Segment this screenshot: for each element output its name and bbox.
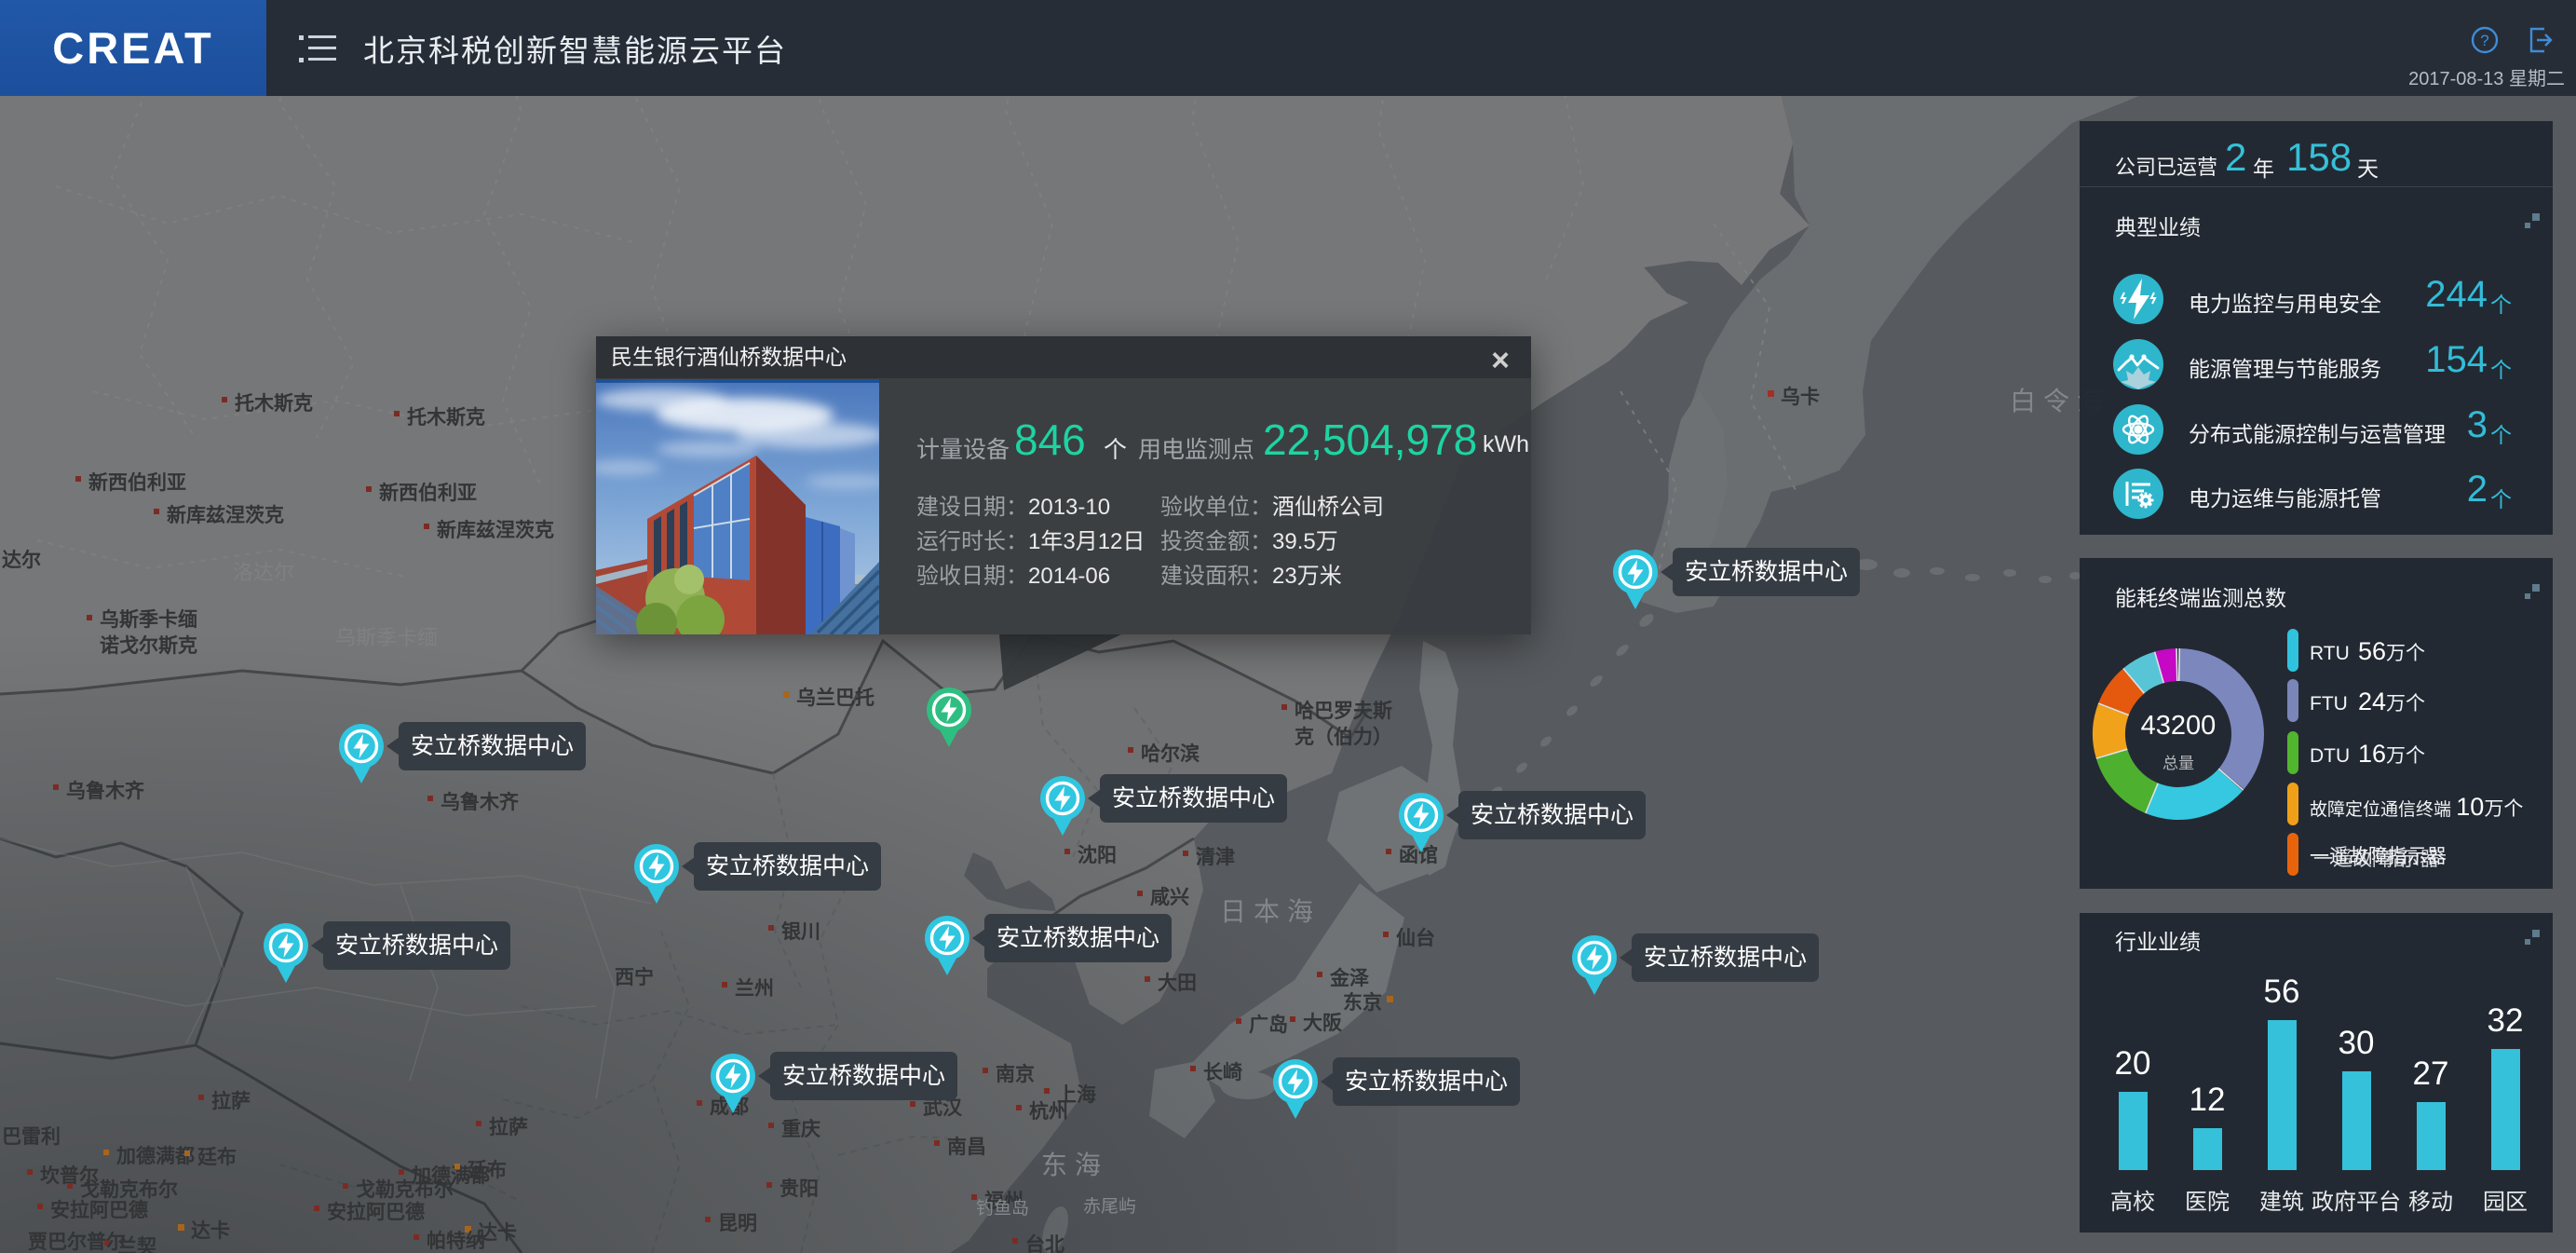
svg-text:长崎: 长崎	[1203, 1062, 1242, 1083]
svg-text:东京: 东京	[1343, 991, 1382, 1014]
svg-text:清津: 清津	[1196, 846, 1235, 868]
svg-text:乌鲁木齐: 乌鲁木齐	[441, 791, 520, 813]
svg-text:巴雷利: 巴雷利	[2, 1126, 61, 1148]
svg-text:乌斯季卡缅: 乌斯季卡缅	[335, 626, 438, 649]
svg-text:新库兹涅茨克: 新库兹涅茨克	[167, 504, 284, 526]
svg-text:重庆: 重庆	[781, 1118, 820, 1140]
svg-text:贾巴尔普尔: 贾巴尔普尔	[28, 1231, 126, 1253]
svg-text:咸兴: 咸兴	[1150, 887, 1189, 908]
svg-text:东海: 东海	[1041, 1151, 1108, 1179]
svg-text:达卡: 达卡	[191, 1220, 230, 1242]
svg-text:诺戈尔斯克: 诺戈尔斯克	[100, 634, 197, 657]
svg-text:南昌: 南昌	[947, 1136, 986, 1158]
svg-text:廷布: 廷布	[197, 1146, 237, 1168]
svg-text:乌斯季卡缅: 乌斯季卡缅	[100, 608, 197, 631]
svg-text:拉萨: 拉萨	[489, 1116, 528, 1138]
svg-text:安拉阿巴德: 安拉阿巴德	[327, 1201, 425, 1223]
svg-text:帕特纳: 帕特纳	[427, 1230, 485, 1252]
svg-text:台北: 台北	[1025, 1233, 1064, 1253]
svg-text:克（伯力）: 克（伯力）	[1295, 726, 1392, 748]
svg-text:贵阳: 贵阳	[780, 1178, 819, 1200]
svg-text:武汉: 武汉	[923, 1097, 963, 1119]
svg-text:金泽: 金泽	[1329, 967, 1369, 989]
svg-text:新库兹涅茨克: 新库兹涅茨克	[437, 519, 554, 541]
svg-text:西宁: 西宁	[615, 966, 654, 988]
svg-text:戈勒克布尔: 戈勒克布尔	[80, 1178, 178, 1201]
svg-text:拉萨: 拉萨	[211, 1090, 251, 1112]
svg-text:托木斯克: 托木斯克	[407, 406, 485, 429]
svg-text:哈尔滨: 哈尔滨	[1141, 742, 1200, 765]
svg-text:乌兰巴托: 乌兰巴托	[796, 687, 874, 709]
svg-text:加德满都: 加德满都	[115, 1145, 195, 1167]
svg-text:大阪: 大阪	[1303, 1013, 1343, 1034]
svg-text:仙台: 仙台	[1396, 927, 1435, 949]
svg-text:乌鲁木齐: 乌鲁木齐	[66, 780, 145, 802]
svg-text:赤尾屿: 赤尾屿	[1083, 1196, 1136, 1217]
svg-text:银川: 银川	[781, 921, 820, 943]
svg-text:昆明: 昆明	[718, 1213, 757, 1234]
svg-text:兰州: 兰州	[735, 977, 774, 1000]
svg-text:安拉阿巴德: 安拉阿巴德	[50, 1199, 148, 1221]
svg-text:新西伯利亚: 新西伯利亚	[379, 482, 477, 504]
svg-text:南京: 南京	[996, 1063, 1035, 1085]
svg-text:哈巴罗夫斯: 哈巴罗夫斯	[1295, 700, 1392, 722]
svg-text:?: ?	[2480, 32, 2488, 49]
svg-text:广岛: 广岛	[1249, 1014, 1288, 1036]
svg-text:沈阳: 沈阳	[1078, 844, 1117, 866]
svg-text:日本海: 日本海	[1220, 897, 1321, 926]
svg-text:达尔: 达尔	[2, 549, 41, 571]
svg-text:洛达尔: 洛达尔	[233, 561, 294, 584]
svg-text:新西伯利亚: 新西伯利亚	[88, 471, 186, 494]
svg-text:廷布: 廷布	[467, 1159, 507, 1181]
svg-text:托木斯克: 托木斯克	[235, 392, 313, 415]
svg-text:大田: 大田	[1158, 973, 1197, 994]
svg-text:杭州: 杭州	[1029, 1100, 1068, 1123]
svg-text:钓鱼岛: 钓鱼岛	[976, 1198, 1029, 1219]
svg-text:乌卡: 乌卡	[1781, 386, 1820, 408]
